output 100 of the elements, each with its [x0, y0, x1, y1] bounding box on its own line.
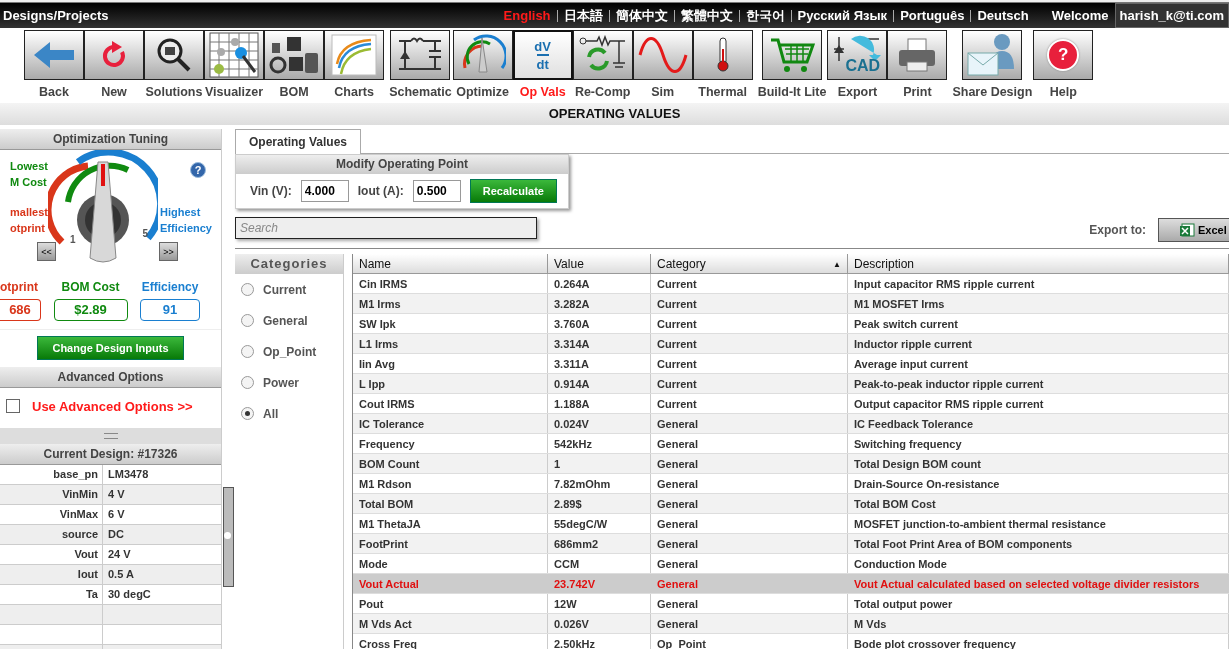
table-cell: FootPrint	[353, 533, 548, 554]
table-cell: Peak-to-peak inductor ripple current	[847, 373, 1229, 394]
help-icon[interactable]: ?	[190, 162, 206, 178]
table-cell: Vout Actual calculated based on selected voltage divider resistors	[847, 573, 1229, 594]
column-header[interactable]: Name	[353, 254, 548, 274]
table-cell: Cin IRMS	[353, 273, 548, 294]
table-cell: Current	[650, 353, 848, 374]
metric-label: BOM Cost	[61, 280, 120, 294]
table-cell: Total BOM Cost	[847, 493, 1229, 514]
page-title: OPERATING VALUES	[0, 103, 1229, 125]
table-cell: Vout Actual	[353, 573, 548, 594]
property-name: base_pn	[0, 465, 103, 484]
table-cell: 0.264A	[547, 273, 651, 294]
vin-field[interactable]: 4.000	[300, 180, 349, 202]
table-cell: Iin Avg	[353, 353, 548, 374]
table-cell: Peak switch current	[847, 313, 1229, 334]
table-cell: M Vds Act	[353, 613, 548, 634]
language-link[interactable]: 繁體中文	[680, 6, 733, 25]
page-heading[interactable]: Designs/Projects	[3, 8, 109, 23]
table-cell: L1 Irms	[353, 333, 548, 354]
excel-button[interactable]: Excel	[1158, 218, 1229, 242]
table-cell: MOSFET junction-to-ambient thermal resistance	[847, 513, 1229, 534]
table-cell: Mode	[353, 553, 548, 574]
iout-field[interactable]: 0.500	[412, 180, 461, 202]
table-cell: 3.311A	[547, 353, 651, 374]
property-value: 30 degC	[107, 587, 151, 602]
category-radio[interactable]: All	[235, 398, 343, 429]
sort-indicator: ▲	[833, 259, 841, 269]
table-cell: Cross Freq	[353, 633, 548, 649]
property-value: 4 V	[107, 487, 125, 502]
table-cell: Current	[650, 313, 848, 334]
table-cell: General	[650, 433, 848, 454]
table-cell: Current	[650, 273, 848, 294]
language-link[interactable]: 簡体中文	[615, 6, 668, 25]
metric-label: Efficiency	[141, 280, 199, 294]
category-radio[interactable]: General	[235, 305, 343, 336]
table-cell: General	[650, 473, 848, 494]
property-name: VinMax	[0, 505, 103, 524]
table-cell: Total Foot Print Area of BOM components	[847, 533, 1229, 554]
property-name: Ta	[0, 585, 103, 604]
user-account[interactable]: harish_k@ti.com	[1114, 3, 1229, 28]
category-radio[interactable]: Op_Point	[235, 336, 343, 367]
export-label: Export to:	[1089, 223, 1146, 237]
language-link[interactable]: English	[503, 8, 551, 23]
change-inputs-button[interactable]: Change Design Inputs	[37, 336, 184, 360]
table-cell: General	[650, 593, 848, 614]
table-cell: Total Design BOM count	[847, 453, 1229, 474]
table-cell: M Vds	[847, 613, 1229, 634]
table-cell: 3.760A	[547, 313, 651, 334]
table-cell: Switching frequency	[847, 433, 1229, 454]
search-field[interactable]: Search	[235, 217, 537, 239]
property-value: 24 V	[107, 547, 131, 562]
property-name: source	[0, 525, 103, 544]
table-cell: M1 MOSFET Irms	[847, 293, 1229, 314]
table-cell: IC Feedback Tolerance	[847, 413, 1229, 434]
category-radio[interactable]: Current	[235, 274, 343, 305]
table-cell: General	[650, 513, 848, 534]
table-cell: Inductor ripple current	[847, 333, 1229, 354]
help-icon: ?	[1047, 39, 1080, 71]
footprint-label: mallest otprint	[10, 205, 48, 236]
scale-min-label: 1	[70, 234, 76, 245]
property-name: VinMin	[0, 485, 103, 504]
panel-header: Optimization Tuning	[0, 129, 221, 150]
table-cell: M1 Rdson	[353, 473, 548, 494]
language-link[interactable]: Deutsch	[977, 8, 1029, 23]
table-cell: Drain-Source On-resistance	[847, 473, 1229, 494]
table-cell: BOM Count	[353, 453, 548, 474]
panel-header: Modify Operating Point	[236, 155, 568, 174]
field-label: Vin (V):	[250, 184, 292, 198]
language-link[interactable]: Português	[900, 8, 965, 23]
table-cell: Bode plot crossover frequency	[847, 633, 1229, 649]
table-cell: General	[650, 553, 848, 574]
previous-button[interactable]: <<	[37, 242, 56, 261]
language-link[interactable]: Русский Язык	[797, 8, 888, 23]
advanced-options-link[interactable]: Use Advanced Options >>	[32, 398, 193, 414]
metric-value: 91	[140, 299, 200, 321]
table-cell: Total output power	[847, 593, 1229, 614]
panel-header: Categories	[235, 254, 343, 274]
metric-value: 686	[0, 299, 41, 321]
table-cell: 7.82mOhm	[547, 473, 651, 494]
table-cell: Pout	[353, 593, 548, 614]
cost-label: Lowest M Cost	[10, 159, 48, 190]
table-cell: Frequency	[353, 433, 548, 454]
language-link[interactable]: 한국어	[745, 6, 785, 25]
panel-header: Advanced Options	[0, 367, 221, 388]
table-cell: SW Ipk	[353, 313, 548, 334]
recalculate-button[interactable]: Recalculate	[469, 179, 557, 203]
column-header[interactable]: Category ▲	[650, 254, 848, 274]
language-link[interactable]: 日本語	[563, 6, 603, 25]
table-cell: CCM	[547, 553, 651, 574]
scale-max-label: 5	[142, 228, 148, 239]
tab[interactable]: Operating Values	[235, 129, 362, 154]
column-header[interactable]: Value	[547, 254, 651, 274]
column-header[interactable]: Description	[847, 254, 1229, 274]
property-name: Iout	[0, 565, 103, 584]
next-button[interactable]: >>	[159, 242, 178, 261]
table-cell: Current	[650, 393, 848, 414]
property-value: LM3478	[107, 467, 149, 482]
category-radio[interactable]: Power	[235, 367, 343, 398]
property-value: 0.5 A	[107, 567, 134, 582]
